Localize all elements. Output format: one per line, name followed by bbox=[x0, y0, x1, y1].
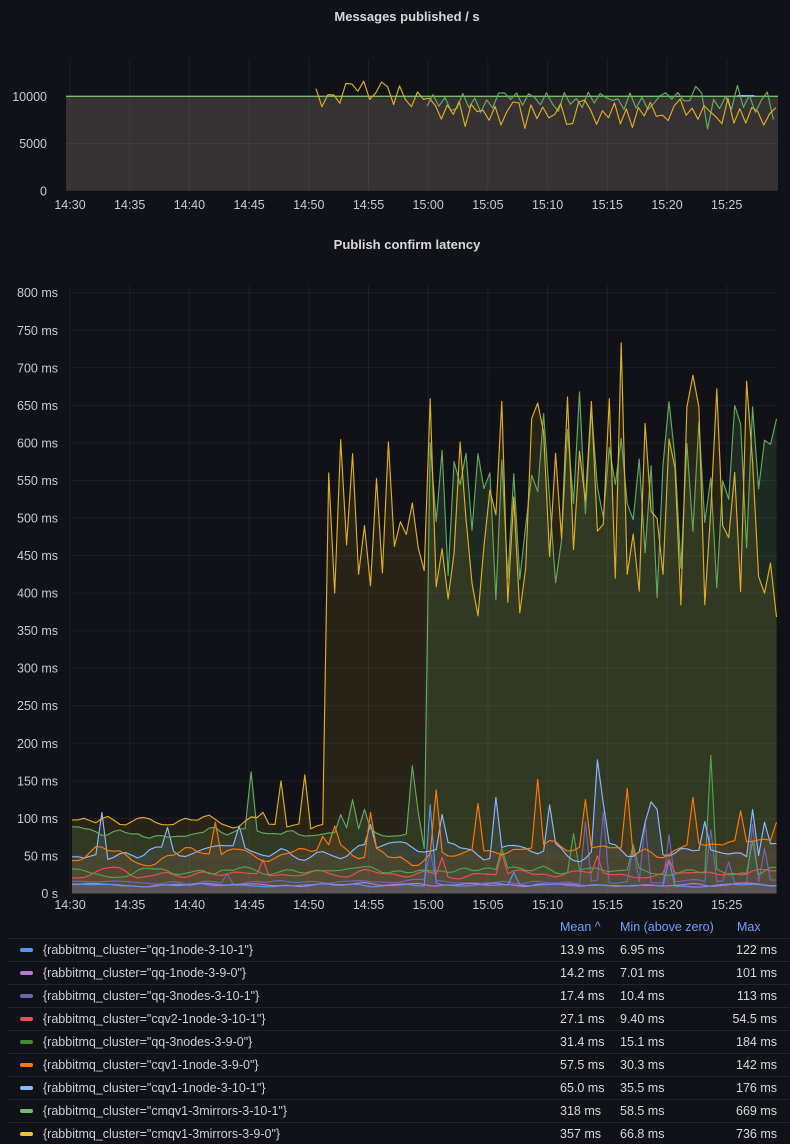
svg-text:15:10: 15:10 bbox=[532, 898, 563, 912]
svg-text:550 ms: 550 ms bbox=[17, 474, 58, 488]
svg-text:10000: 10000 bbox=[12, 90, 47, 104]
svg-text:14:50: 14:50 bbox=[293, 198, 324, 212]
svg-text:14:30: 14:30 bbox=[54, 198, 85, 212]
svg-text:350 ms: 350 ms bbox=[17, 624, 58, 638]
svg-text:15:20: 15:20 bbox=[651, 898, 682, 912]
svg-text:150 ms: 150 ms bbox=[17, 774, 58, 788]
svg-text:15:25: 15:25 bbox=[711, 898, 742, 912]
svg-text:14:35: 14:35 bbox=[114, 898, 145, 912]
svg-text:14:30: 14:30 bbox=[54, 898, 85, 912]
svg-text:15:15: 15:15 bbox=[592, 898, 623, 912]
svg-text:0: 0 bbox=[40, 184, 47, 198]
svg-text:15:20: 15:20 bbox=[651, 198, 682, 212]
svg-text:15:25: 15:25 bbox=[711, 198, 742, 212]
svg-text:14:40: 14:40 bbox=[174, 198, 205, 212]
svg-text:250 ms: 250 ms bbox=[17, 699, 58, 713]
svg-text:14:45: 14:45 bbox=[233, 198, 264, 212]
svg-text:15:15: 15:15 bbox=[592, 198, 623, 212]
svg-text:15:00: 15:00 bbox=[413, 898, 444, 912]
svg-text:Publish confirm latency: Publish confirm latency bbox=[334, 237, 481, 252]
svg-text:100 ms: 100 ms bbox=[17, 812, 58, 826]
svg-text:14:55: 14:55 bbox=[353, 198, 384, 212]
svg-text:600 ms: 600 ms bbox=[17, 436, 58, 450]
svg-text:700 ms: 700 ms bbox=[17, 361, 58, 375]
svg-text:14:35: 14:35 bbox=[114, 198, 145, 212]
svg-text:14:40: 14:40 bbox=[174, 898, 205, 912]
svg-text:15:05: 15:05 bbox=[472, 898, 503, 912]
svg-text:14:50: 14:50 bbox=[293, 898, 324, 912]
svg-text:750 ms: 750 ms bbox=[17, 324, 58, 338]
svg-text:50 ms: 50 ms bbox=[24, 850, 58, 864]
svg-text:5000: 5000 bbox=[19, 137, 47, 151]
svg-text:650 ms: 650 ms bbox=[17, 399, 58, 413]
svg-text:300 ms: 300 ms bbox=[17, 662, 58, 676]
svg-text:200 ms: 200 ms bbox=[17, 737, 58, 751]
svg-text:14:55: 14:55 bbox=[353, 898, 384, 912]
svg-text:15:00: 15:00 bbox=[413, 198, 444, 212]
svg-text:500 ms: 500 ms bbox=[17, 512, 58, 526]
svg-text:Messages published / s: Messages published / s bbox=[334, 9, 479, 24]
svg-text:15:10: 15:10 bbox=[532, 198, 563, 212]
svg-text:450 ms: 450 ms bbox=[17, 549, 58, 563]
svg-text:15:05: 15:05 bbox=[472, 198, 503, 212]
svg-text:14:45: 14:45 bbox=[233, 898, 264, 912]
svg-text:400 ms: 400 ms bbox=[17, 587, 58, 601]
svg-text:800 ms: 800 ms bbox=[17, 286, 58, 300]
